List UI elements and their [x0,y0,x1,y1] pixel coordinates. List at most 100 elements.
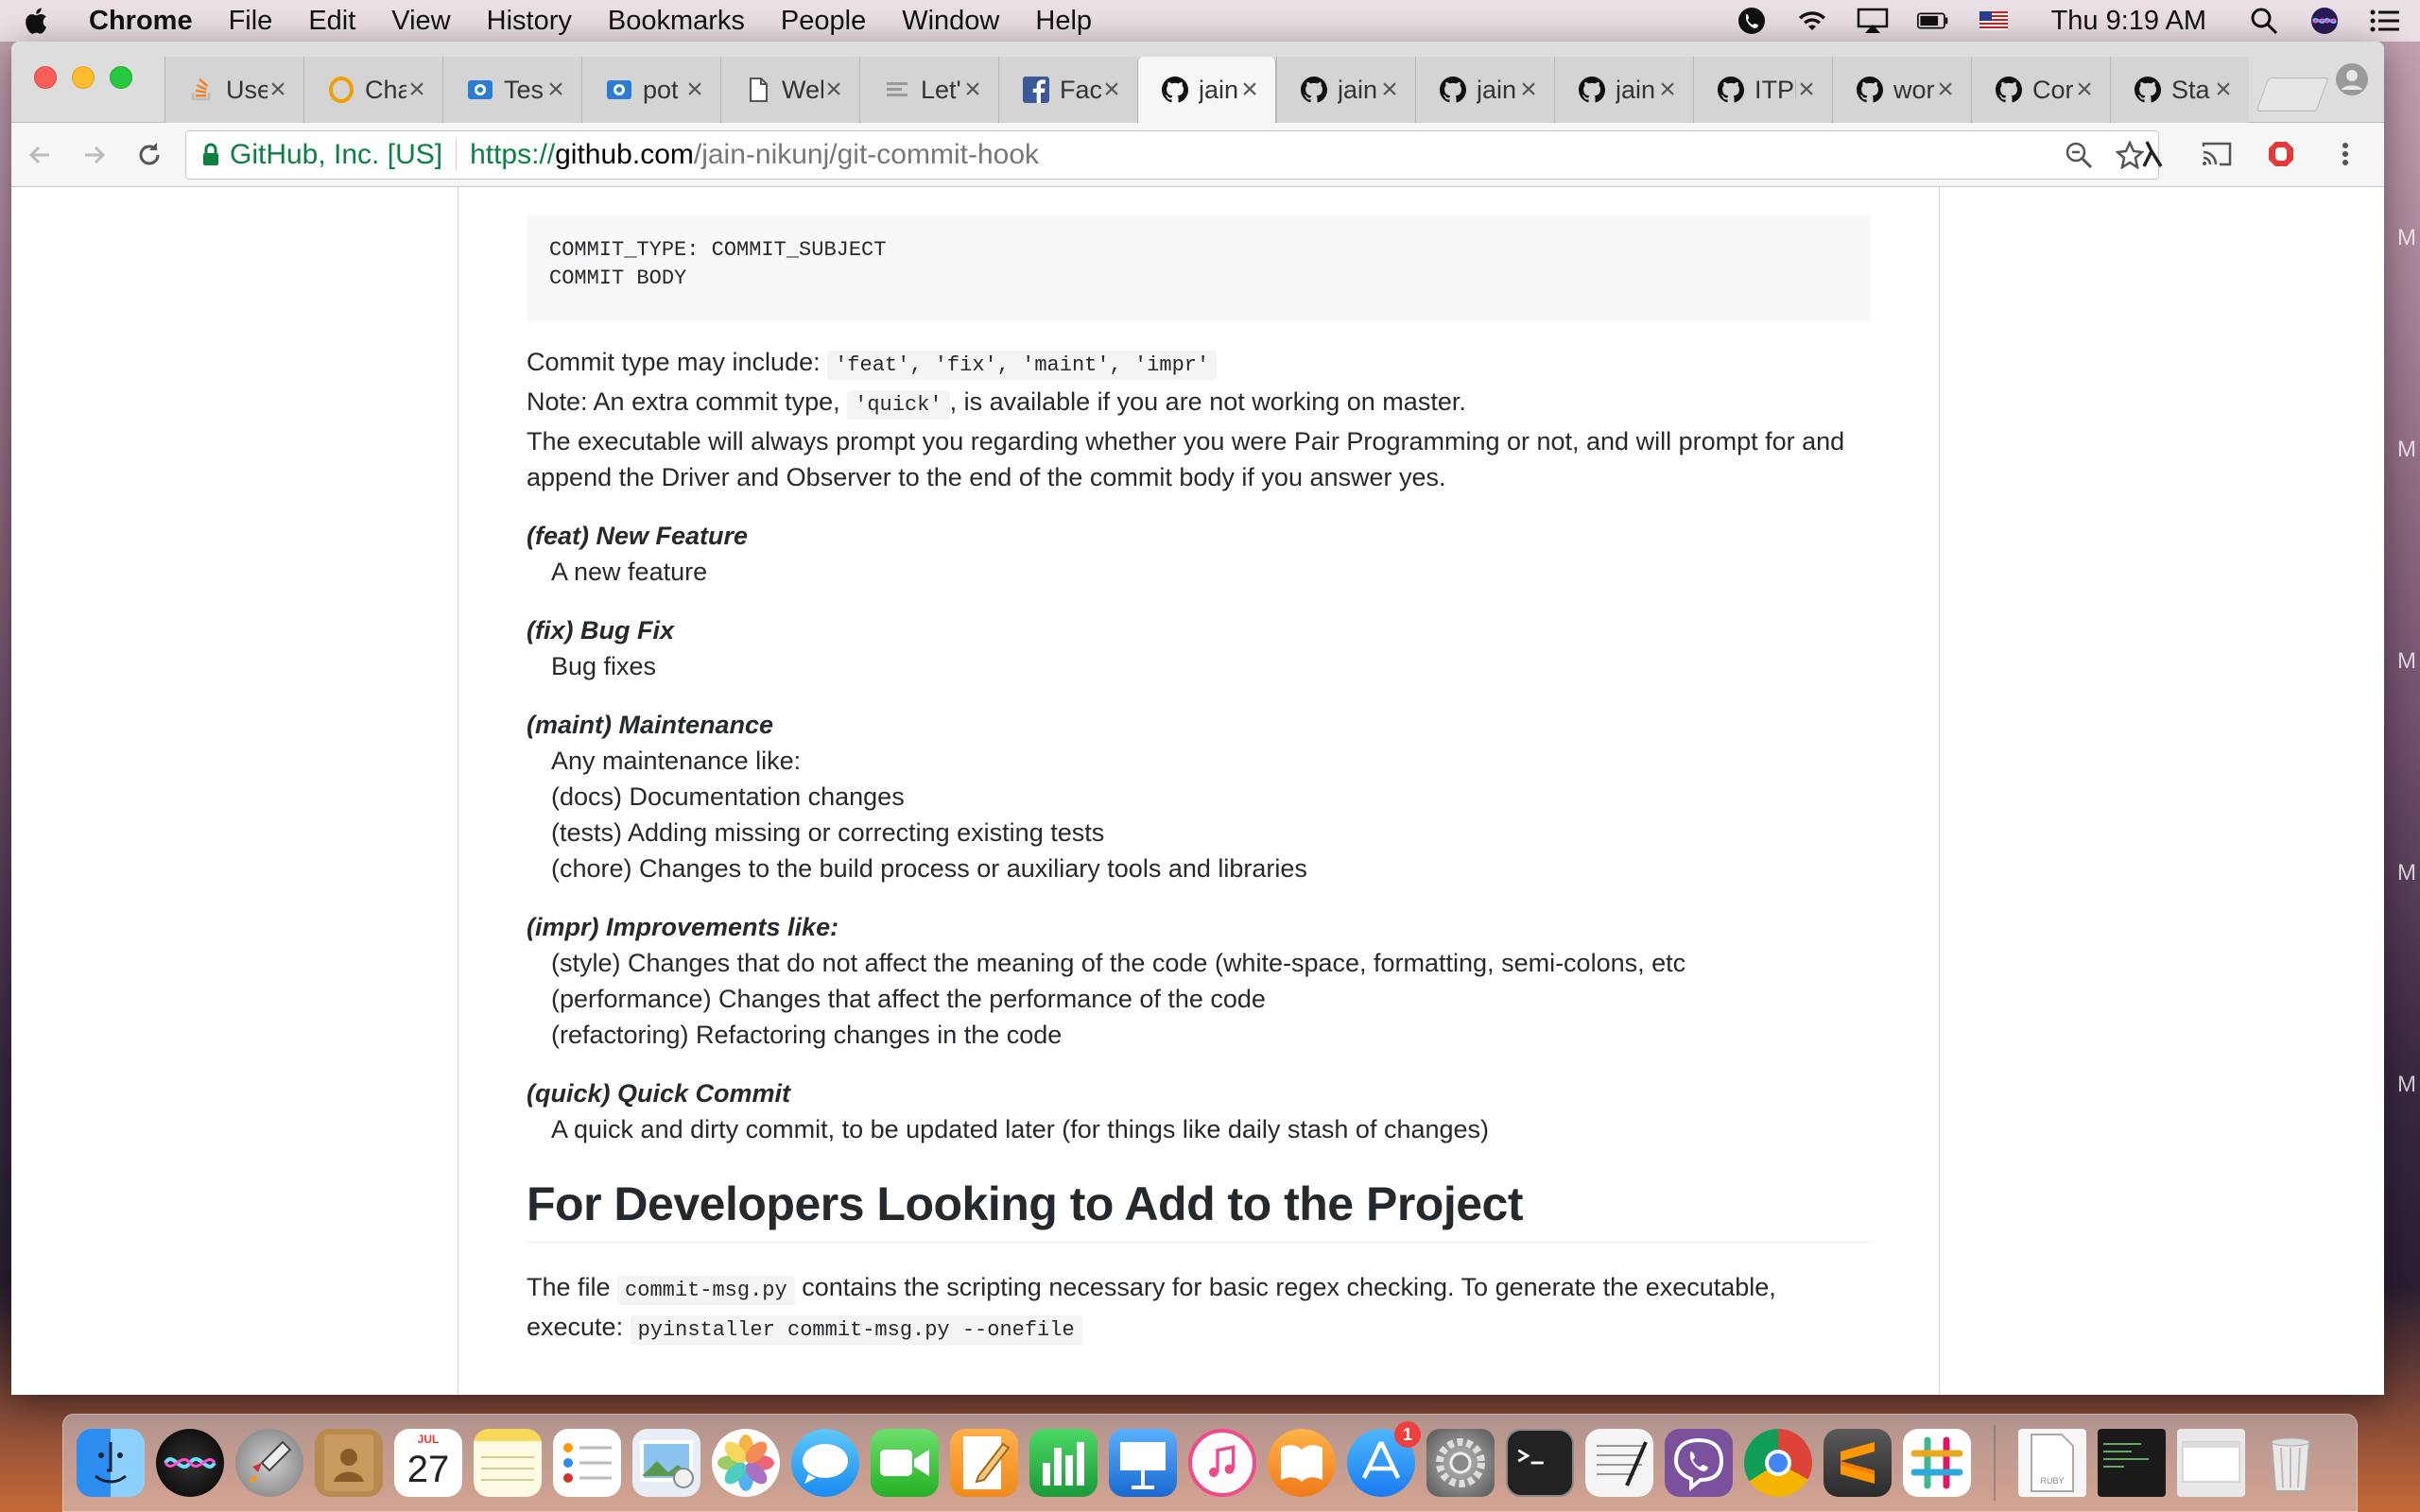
menu-clock[interactable]: Thu 9:19 AM [2051,6,2206,37]
tab-close-icon[interactable]: × [545,76,566,104]
reload-button[interactable] [123,129,176,181]
messages-icon[interactable] [791,1429,859,1497]
definition-term: (fix) Bug Fix [527,616,674,644]
keynote-icon[interactable] [1109,1429,1177,1497]
lambda-extension-icon[interactable] [2131,132,2174,176]
textedit-icon[interactable] [1585,1429,1653,1497]
tab-github[interactable]: jain × [1554,57,1693,123]
window-thumbnail[interactable] [2177,1429,2245,1497]
calendar-icon[interactable]: JUL 27 [394,1429,462,1497]
menu-help[interactable]: Help [1035,6,1092,37]
window-controls [34,66,132,89]
new-tab-button[interactable] [2256,77,2329,112]
tab-screenshot-1[interactable]: Tes × [442,57,581,123]
reminders-icon[interactable] [553,1429,621,1497]
notes-icon[interactable] [474,1429,542,1497]
menu-history[interactable]: History [487,6,572,37]
tab-close-icon[interactable]: × [1657,76,1678,104]
menu-app-name[interactable]: Chrome [89,6,193,37]
wifi-icon[interactable] [1796,5,1828,37]
zoom-icon[interactable] [2064,140,2094,170]
notification-center-icon[interactable] [2369,5,2401,37]
tab-github-active[interactable]: jain × [1137,57,1276,123]
tab-facebook[interactable]: Fac × [998,57,1137,123]
page-viewport[interactable]: COMMIT_TYPE: COMMIT_SUBJECT COMMIT BODY … [11,187,2384,1395]
profile-avatar-icon[interactable] [2335,62,2369,96]
tab-close-icon[interactable]: × [823,76,844,104]
menu-bookmarks[interactable]: Bookmarks [608,6,745,37]
tab-close-icon[interactable]: × [1935,76,1956,104]
numbers-icon[interactable] [1029,1429,1098,1497]
tab-github[interactable]: ITPl × [1693,57,1832,123]
tab-close-icon[interactable]: × [2213,76,2234,104]
window-maximize-button[interactable] [110,66,132,89]
window-close-button[interactable] [34,66,57,89]
tab-close-icon[interactable]: × [1518,76,1539,104]
system-preferences-icon[interactable] [1426,1429,1495,1497]
tab-github[interactable]: Cor × [1971,57,2110,123]
contacts-icon[interactable] [315,1429,383,1497]
menu-window[interactable]: Window [902,6,999,37]
pages-icon[interactable] [950,1429,1018,1497]
photos-icon[interactable] [712,1429,780,1497]
tab-stackoverflow[interactable]: Use × [164,57,303,123]
tab-github[interactable]: Sta × [2110,57,2249,123]
adblock-shield-icon[interactable] [2259,132,2303,176]
chrome-icon[interactable] [1744,1429,1812,1497]
menu-edit[interactable]: Edit [308,6,355,37]
trash-icon[interactable] [2256,1429,2325,1497]
tab-close-icon[interactable]: × [268,76,288,104]
tab-github[interactable]: wor × [1832,57,1971,123]
terminal-icon[interactable] [1506,1429,1574,1497]
tab-close-icon[interactable]: × [684,76,705,104]
tab-close-icon[interactable]: × [1796,76,1817,104]
spotlight-search-icon[interactable] [2248,5,2280,37]
tab-opera[interactable]: Cha × [303,57,442,123]
window-minimize-button[interactable] [72,66,95,89]
definition-term: (maint) Maintenance [527,711,774,739]
url-scheme: https:// [470,139,556,170]
definition-term: (quick) Quick Commit [527,1079,791,1108]
slack-icon[interactable] [1903,1429,1971,1497]
tab-close-icon[interactable]: × [1379,76,1400,104]
airplay-icon[interactable] [1857,5,1889,37]
tab-close-icon[interactable]: × [962,76,983,104]
tab-close-icon[interactable]: × [2074,76,2095,104]
tab-document[interactable]: Wel × [720,57,859,123]
itunes-icon[interactable] [1188,1429,1256,1497]
tab-list-page[interactable]: Let' × [859,57,998,123]
chrome-menu-icon[interactable] [2324,132,2367,176]
tab-close-icon[interactable]: × [1239,76,1260,104]
launchpad-icon[interactable] [235,1429,303,1497]
ibooks-icon[interactable] [1268,1429,1336,1497]
cast-icon[interactable] [2195,132,2238,176]
menu-file[interactable]: File [229,6,273,37]
address-bar[interactable]: GitHub, Inc. [US] https://github.com/jai… [185,130,2159,180]
terminal-window-thumbnail[interactable] [2098,1429,2166,1497]
tab-screenshot-2[interactable]: pot × [581,57,720,123]
forward-button[interactable] [68,129,121,181]
tab-github[interactable]: jain × [1415,57,1554,123]
siri-icon[interactable] [156,1429,224,1497]
back-button[interactable] [13,129,66,181]
us-flag-input-icon[interactable] [1978,5,2010,37]
url-text[interactable]: https://github.com/jain-nikunj/git-commi… [470,139,1039,171]
secure-lock-icon[interactable] [192,143,230,167]
menu-view[interactable]: View [391,6,450,37]
apple-menu-icon[interactable] [19,2,51,40]
siri-icon[interactable] [2308,5,2341,37]
menu-people[interactable]: People [781,6,866,37]
tab-close-icon[interactable]: × [1101,76,1122,104]
preview-icon[interactable] [632,1429,700,1497]
sublime-icon[interactable] [1824,1429,1892,1497]
viber-status-icon[interactable] [1736,5,1768,37]
finder-icon[interactable] [77,1429,145,1497]
tab-github[interactable]: jain × [1276,57,1415,123]
tab-close-icon[interactable]: × [406,76,427,104]
battery-icon[interactable] [1916,5,1949,37]
appstore-icon[interactable]: 1 [1347,1421,1421,1497]
ruby-file-icon[interactable]: RUBY [2018,1429,2086,1497]
viber-icon[interactable] [1665,1429,1733,1497]
certificate-owner[interactable]: GitHub, Inc. [US] [230,139,442,171]
facetime-icon[interactable] [871,1429,939,1497]
